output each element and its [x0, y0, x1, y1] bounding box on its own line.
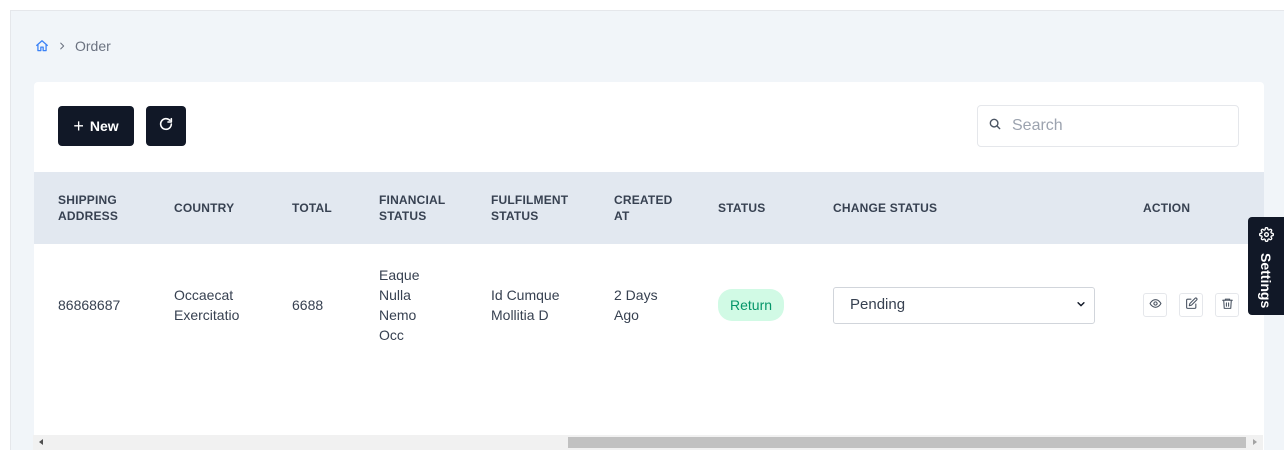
edit-button[interactable] — [1179, 293, 1203, 317]
search-box[interactable] — [977, 105, 1239, 147]
cell-change-status: Pending — [833, 244, 1103, 366]
new-button-label: New — [89, 118, 119, 134]
eye-icon — [1149, 295, 1162, 315]
cell-shipping-address: 86868687 — [58, 297, 121, 313]
breadcrumb-current: Order — [75, 38, 111, 54]
cell-financial-status: Eaque Nulla Nemo Occ — [379, 267, 420, 343]
header-shipping-address[interactable]: SHIPPING ADDRESS — [58, 172, 138, 244]
status-badge: Return — [718, 289, 785, 321]
header-total[interactable]: TOTAL — [292, 172, 362, 244]
header-action: ACTION — [1143, 201, 1191, 215]
edit-icon — [1185, 295, 1198, 315]
scrollbar-thumb[interactable] — [568, 437, 1246, 448]
cell-actions — [1143, 244, 1263, 366]
settings-tab-label: Settings — [1258, 253, 1274, 309]
settings-tab[interactable]: Settings — [1248, 217, 1284, 315]
change-status-select[interactable]: Pending — [833, 286, 1095, 324]
scroll-left-arrow[interactable] — [39, 439, 43, 445]
scroll-right-arrow[interactable] — [1253, 439, 1257, 445]
delete-button[interactable] — [1215, 293, 1239, 317]
table-row[interactable]: 86868687 Occaecat Exercitatio 6688 Eaque… — [34, 244, 1264, 366]
search-icon — [988, 117, 1002, 136]
chevron-right-icon — [57, 41, 67, 51]
header-change-status[interactable]: CHANGE STATUS — [833, 172, 1033, 244]
refresh-icon — [158, 116, 174, 137]
gear-icon — [1258, 226, 1274, 247]
plus-icon: + — [73, 116, 84, 136]
view-button[interactable] — [1143, 293, 1167, 317]
change-status-value: Pending — [850, 296, 906, 313]
breadcrumb: Order — [35, 38, 111, 54]
search-input[interactable] — [1012, 117, 1222, 135]
chevron-down-icon — [1076, 295, 1086, 315]
refresh-button[interactable] — [146, 106, 186, 146]
home-icon[interactable] — [35, 39, 49, 53]
cell-created-at: 2 Days Ago — [614, 287, 658, 323]
header-fulfilment-status[interactable]: FULFILMENT STATUS — [491, 172, 581, 244]
header-status[interactable]: STATUS — [718, 172, 808, 244]
new-button[interactable]: + New — [58, 106, 134, 146]
horizontal-scrollbar[interactable] — [33, 435, 1263, 450]
orders-card: + New SHIPPING ADDRESS COUNTRY TOTAL FIN… — [34, 82, 1264, 450]
cell-status: Return — [718, 244, 808, 366]
table-header: SHIPPING ADDRESS COUNTRY TOTAL FINANCIAL… — [34, 172, 1264, 244]
trash-icon — [1221, 295, 1234, 315]
cell-total: 6688 — [292, 297, 324, 313]
header-country[interactable]: COUNTRY — [174, 172, 274, 244]
cell-fulfilment-status: Id Cumque Mollitia D — [491, 287, 560, 323]
header-created-at[interactable]: CREATED AT — [614, 172, 678, 244]
header-financial-status[interactable]: FINANCIAL STATUS — [379, 172, 459, 244]
cell-country: Occaecat Exercitatio — [174, 287, 240, 323]
